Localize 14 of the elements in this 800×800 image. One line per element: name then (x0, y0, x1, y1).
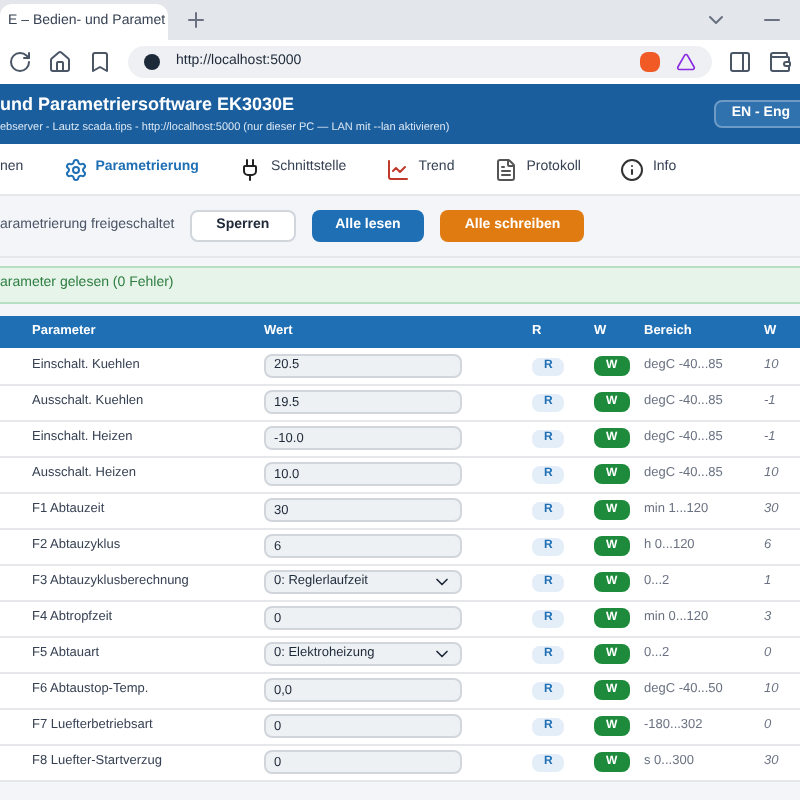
triangle-icon[interactable] (676, 52, 696, 72)
site-info-icon[interactable] (144, 54, 160, 70)
document-icon (494, 157, 519, 181)
plug-icon (238, 157, 263, 181)
bookmark-icon[interactable] (88, 50, 112, 74)
new-tab-icon[interactable] (184, 8, 208, 32)
info-icon (620, 157, 645, 181)
wallet-icon[interactable] (768, 50, 792, 74)
sidebar-icon[interactable] (728, 50, 752, 74)
gear-icon (63, 157, 88, 181)
app-title: und Parametriersoftware EK3030E (0, 92, 297, 119)
reload-icon[interactable] (8, 50, 32, 74)
home-icon[interactable] (48, 50, 72, 74)
chart-icon (386, 157, 411, 181)
